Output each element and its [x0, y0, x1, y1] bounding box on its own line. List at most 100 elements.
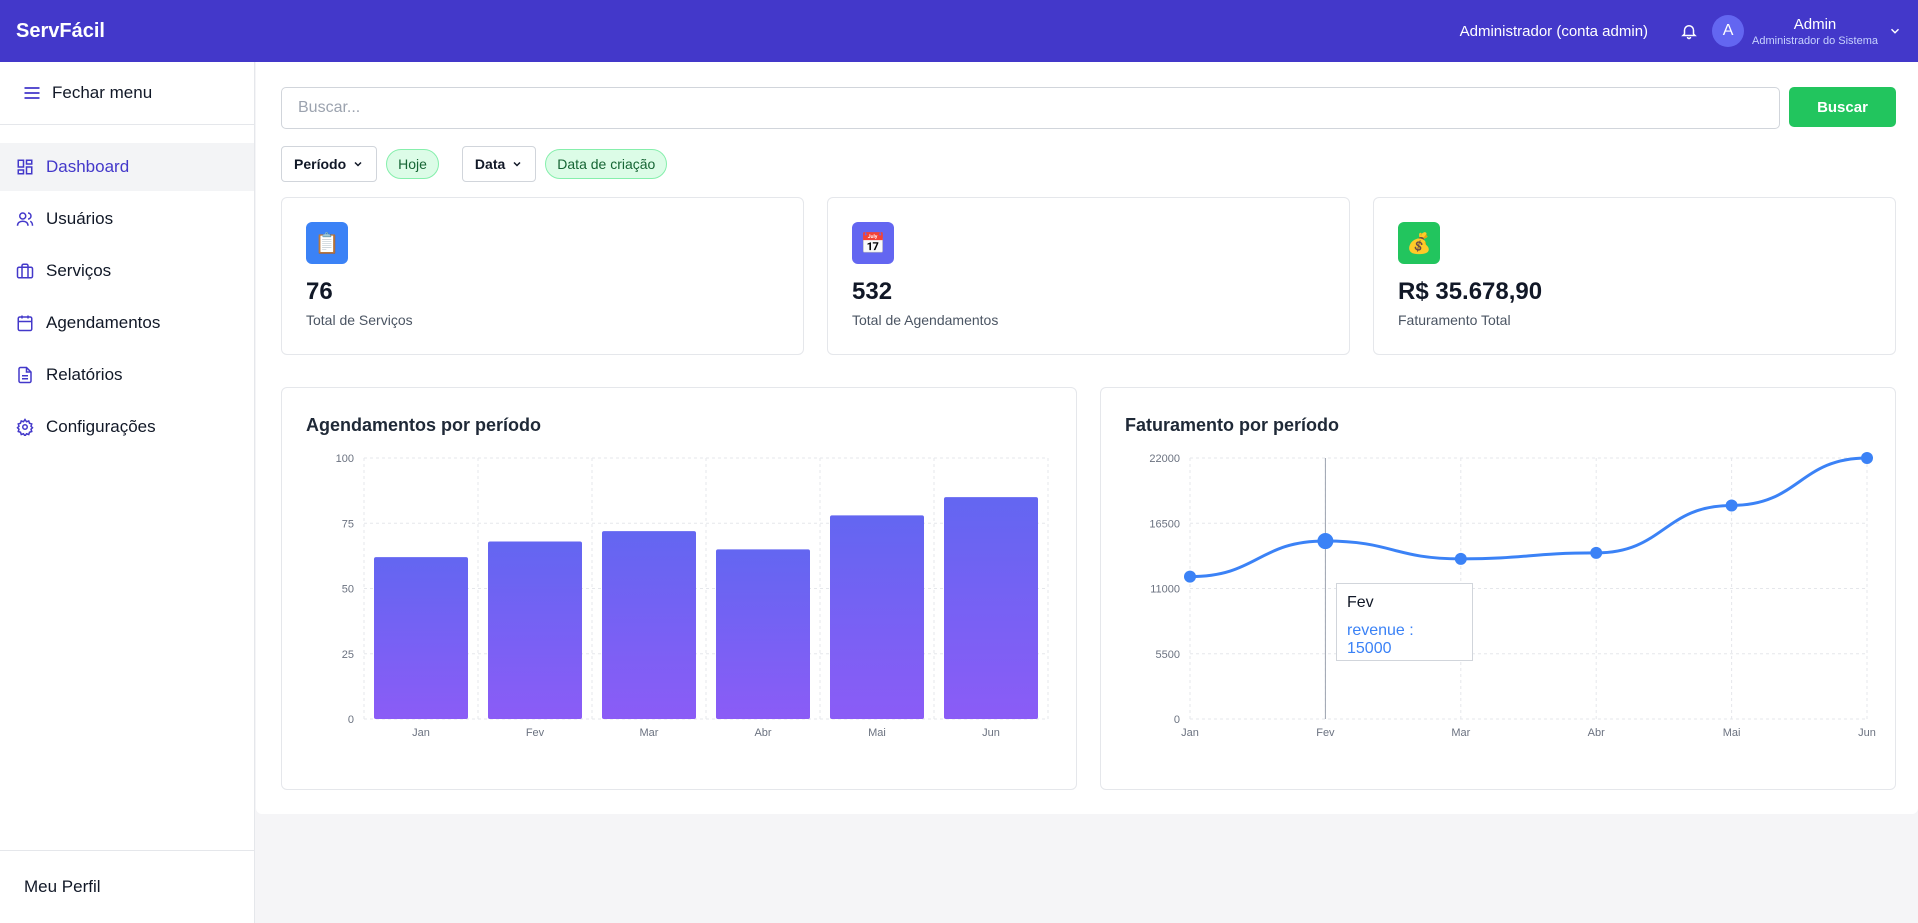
- search-row: Buscar: [281, 87, 1896, 129]
- chevron-down-icon: [354, 161, 362, 167]
- sidebar-item-usuarios[interactable]: Usuários: [0, 195, 254, 243]
- sidebar-item-label: Dashboard: [46, 157, 130, 176]
- line-chart: 0 5500 11000 16500 22000 Jan Fev Mar Abr Mai Jun: [1149, 452, 1876, 739]
- y-tick-label: 16500: [1149, 518, 1180, 530]
- x-tick-label: Mar: [1451, 727, 1470, 739]
- sidebar: Fechar menu Dashboard Usuários Serviços …: [0, 62, 255, 923]
- sidebar-item-label: Serviços: [46, 261, 112, 280]
- sidebar-item-label: Usuários: [46, 209, 114, 228]
- y-tick-label: 22000: [1149, 453, 1180, 465]
- y-tick-label: 0: [348, 714, 354, 726]
- x-tick-label: Jan: [1181, 727, 1199, 739]
- main-content: Buscar Período Hoje Data Data de criação…: [256, 62, 1918, 814]
- sidebar-item-label: Agendamentos: [46, 313, 161, 332]
- sidebar-item-label: Configurações: [46, 417, 156, 436]
- brand-logo[interactable]: ServFácil: [16, 20, 105, 43]
- sidebar-item-servicos[interactable]: Serviços: [0, 247, 254, 295]
- date-filter-select[interactable]: Data: [461, 146, 537, 182]
- data-point: [1590, 546, 1603, 559]
- x-tick-label: Jun: [1858, 727, 1876, 739]
- money-bag-icon: 💰: [1398, 222, 1440, 264]
- bar: [374, 557, 468, 719]
- stat-card-faturamento: 💰 R$ 35.678,90 Faturamento Total: [1373, 197, 1896, 355]
- calendar-icon: [17, 315, 33, 332]
- tooltip-value: revenue : 15000: [1347, 622, 1414, 657]
- user-role: Administrador do Sistema: [1752, 34, 1878, 47]
- bell-icon[interactable]: [1678, 20, 1700, 42]
- search-input[interactable]: [281, 87, 1780, 129]
- briefcase-icon: [16, 263, 34, 279]
- bar: [716, 549, 810, 719]
- calendar-icon: 📅: [852, 222, 894, 264]
- data-point: [1454, 552, 1467, 565]
- y-tick-label: 5500: [1156, 649, 1180, 661]
- top-bar: ServFácil Administrador (conta admin) A …: [0, 0, 1918, 62]
- search-button[interactable]: Buscar: [1789, 87, 1896, 127]
- period-filter-label: Período: [294, 156, 347, 172]
- x-tick-label: Fev: [1316, 727, 1335, 739]
- bar: [602, 531, 696, 719]
- my-profile-link[interactable]: Meu Perfil: [0, 850, 255, 923]
- data-point: [1861, 452, 1873, 464]
- y-tick-label: 100: [336, 453, 354, 465]
- chevron-down-icon: [513, 161, 521, 167]
- bar: [488, 541, 582, 719]
- avatar[interactable]: A: [1712, 15, 1745, 47]
- x-tick-label: Abr: [754, 727, 771, 739]
- stat-card-servicos: 📋 76 Total de Serviços: [281, 197, 804, 355]
- stat-value: 532: [852, 278, 893, 305]
- chevron-down-icon[interactable]: [1888, 24, 1902, 38]
- period-filter-select[interactable]: Período: [281, 146, 378, 182]
- x-tick-label: Mar: [640, 727, 659, 739]
- close-menu-button[interactable]: Fechar menu: [0, 62, 254, 125]
- data-point: [1725, 499, 1738, 512]
- line-chart-card: Faturamento por período 0 5500 11000 16500 2…: [1100, 387, 1896, 790]
- sidebar-item-label: Relatórios: [46, 365, 123, 384]
- bar: [944, 497, 1038, 719]
- grid-icon: [17, 159, 33, 175]
- menu-icon: [24, 87, 40, 99]
- stat-label: Total de Serviços: [306, 312, 413, 328]
- sidebar-item-dashboard[interactable]: Dashboard: [0, 143, 254, 191]
- stat-label: Total de Agendamentos: [852, 312, 999, 328]
- user-menu[interactable]: Admin Administrador do Sistema: [1752, 16, 1878, 47]
- bar-chart-card: Agendamentos por período 0 25 50 75 100 Jan Fe…: [281, 387, 1077, 790]
- y-tick-label: 25: [342, 649, 354, 661]
- users-icon: [16, 212, 34, 226]
- y-tick-label: 11000: [1150, 584, 1180, 596]
- series-line: [1189, 456, 1868, 579]
- tooltip-title: Fev: [1347, 594, 1374, 611]
- data-point: [1317, 533, 1334, 550]
- top-right-area: Administrador (conta admin) A Admin Admi…: [1460, 0, 1902, 62]
- x-tick-label: Jun: [982, 727, 1000, 739]
- chart-tooltip: Fev revenue : 15000: [1336, 583, 1473, 661]
- data-point: [1184, 570, 1196, 583]
- y-tick-label: 75: [342, 518, 354, 530]
- x-tick-label: Jan: [412, 727, 430, 739]
- gear-icon: [16, 418, 34, 436]
- sidebar-item-configuracoes[interactable]: Configurações: [0, 403, 254, 451]
- date-chip[interactable]: Data de criação: [545, 149, 668, 179]
- bar-chart: 0 25 50 75 100 Jan Fev Mar Abr Mai Jun: [336, 453, 1049, 739]
- bar: [830, 515, 924, 719]
- x-tick-label: Mai: [868, 727, 886, 739]
- x-tick-label: Mai: [1723, 727, 1741, 739]
- close-menu-label: Fechar menu: [52, 83, 153, 102]
- sidebar-item-relatorios[interactable]: Relatórios: [0, 351, 254, 399]
- y-tick-label: 0: [1174, 714, 1180, 726]
- sidebar-item-agendamentos[interactable]: Agendamentos: [0, 299, 254, 347]
- stat-label: Faturamento Total: [1398, 312, 1511, 328]
- stat-value: R$ 35.678,90: [1398, 278, 1543, 305]
- y-tick-label: 50: [342, 584, 354, 596]
- document-icon: [18, 366, 32, 384]
- account-label: Administrador (conta admin): [1459, 22, 1649, 40]
- user-name: Admin: [1793, 15, 1837, 33]
- stat-value: 76: [306, 278, 333, 305]
- x-tick-label: Fev: [526, 727, 545, 739]
- date-filter-label: Data: [474, 156, 506, 172]
- filters-row: Período Hoje Data Data de criação: [281, 146, 668, 182]
- clipboard-icon: 📋: [306, 222, 348, 264]
- stat-card-agendamentos: 📅 532 Total de Agendamentos: [827, 197, 1350, 355]
- period-chip[interactable]: Hoje: [386, 149, 439, 179]
- sidebar-nav: Dashboard Usuários Serviços Agendamentos…: [0, 125, 254, 451]
